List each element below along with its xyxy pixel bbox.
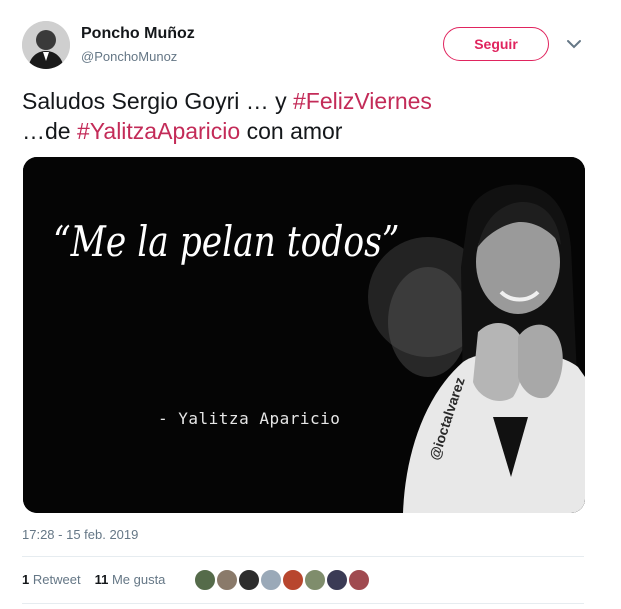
author-avatar[interactable] [22,21,70,69]
hashtag-link[interactable]: #YalitzaAparicio [77,118,240,144]
hashtag-link[interactable]: #FelizViernes [293,88,432,114]
media-attribution-text: - Yalitza Aparicio [158,409,341,428]
retweet-label: Retweet [32,572,81,587]
media-quote-text: “Me la pelan todos” [53,217,400,266]
liker-avatar[interactable] [215,568,239,592]
liker-avatar[interactable] [281,568,305,592]
liker-avatar[interactable] [303,568,327,592]
like-label: Me gusta [111,572,166,587]
woman-photo [23,157,585,513]
tweet-text-part: con amor [240,118,343,144]
tweet-stats: 1 Retweet 11 Me gusta [22,572,165,587]
author-handle[interactable]: @PonchoMunoz [81,49,177,64]
liker-avatar[interactable] [325,568,349,592]
like-stat[interactable]: 11 Me gusta [95,572,166,587]
liker-avatar[interactable] [193,568,217,592]
like-count: 11 [94,572,109,587]
author-name[interactable]: Poncho Muñoz [81,25,195,43]
likers-avatars [193,568,371,592]
retweet-stat[interactable]: 1 Retweet [22,572,81,587]
divider [22,556,584,557]
liker-avatar[interactable] [259,568,283,592]
liker-avatar[interactable] [347,568,371,592]
tweet-media-image[interactable]: “Me la pelan todos” - Yalitza Aparicio @… [23,157,585,513]
liker-avatar[interactable] [237,568,261,592]
tweet-text: Saludos Sergio Goyri … y #FelizViernes …… [22,86,602,146]
tweet-text-part: Saludos Sergio Goyri … y [22,88,294,114]
chevron-down-icon[interactable] [566,38,582,50]
follow-button[interactable]: Seguir [443,27,549,61]
divider [22,603,584,604]
retweet-count: 1 [22,572,30,587]
tweet-text-part: …de [22,118,77,144]
tweet-timestamp[interactable]: 17:28 - 15 feb. 2019 [22,527,138,542]
